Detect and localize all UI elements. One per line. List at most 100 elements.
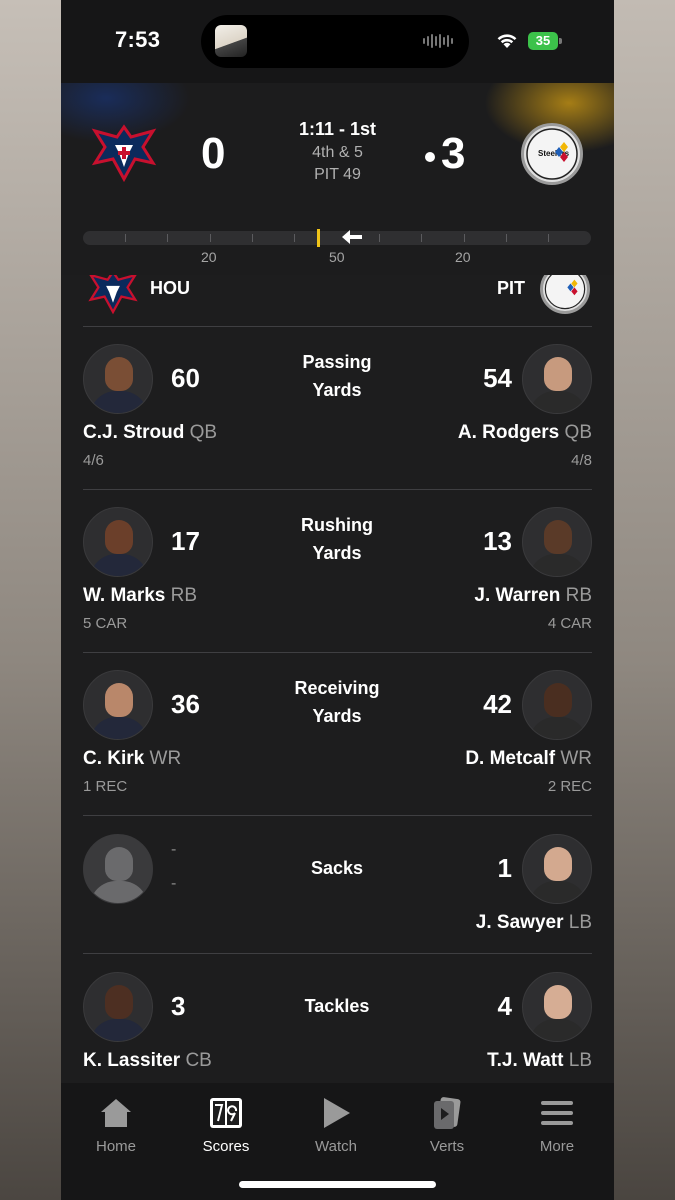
yard-label-midfield: 50	[329, 249, 345, 265]
player-jersey	[529, 881, 587, 903]
player-name-right[interactable]: T.J. Watt LB	[487, 1050, 592, 1072]
player-placeholder-avatar	[83, 834, 153, 904]
stat-label-line2: Yards	[312, 543, 362, 563]
stat-value-right: 4	[497, 991, 512, 1021]
stat-value-left: 60	[171, 363, 200, 393]
player-name-left[interactable]: C.J. Stroud QB	[83, 422, 217, 444]
player-avatar-right	[522, 834, 592, 904]
tab-more[interactable]: More	[502, 1091, 612, 1155]
tab-label: Home	[95, 1138, 136, 1155]
player-position: RB	[565, 585, 592, 606]
stat-label-line1: Passing	[302, 352, 372, 372]
player-name-right[interactable]: A. Rodgers QB	[458, 422, 592, 444]
tab-scores[interactable]: Scores	[171, 1091, 281, 1155]
field-tick	[125, 234, 126, 242]
stat-detail-right: 4/8	[571, 452, 592, 469]
player-position: LB	[568, 912, 592, 933]
player-avatar-right	[522, 507, 592, 577]
away-score: 0	[201, 129, 226, 178]
tab-label: More	[539, 1138, 575, 1155]
stat-value-left: -	[171, 841, 177, 858]
field-tick	[421, 234, 422, 242]
stat-value-right: 42	[483, 689, 512, 719]
pittsburgh-steelers-logo-icon[interactable]: Steelers	[521, 123, 583, 185]
player-avatar-left	[83, 670, 153, 740]
tab-verts[interactable]: Verts	[392, 1091, 502, 1155]
stat-value-right: 54	[483, 363, 512, 393]
stat-value-right: 1	[497, 853, 512, 883]
houston-texans-logo-icon[interactable]	[91, 123, 157, 183]
player-avatar-right	[522, 972, 592, 1042]
player-name-left[interactable]: W. Marks RB	[83, 585, 197, 607]
tab-label: Watch	[315, 1138, 357, 1155]
game-clock: 1:11 - 1st	[298, 119, 377, 139]
player-jersey	[529, 554, 587, 576]
divider	[83, 815, 592, 816]
stat-detail-left: 1 REC	[83, 778, 128, 795]
home-score: 3	[441, 129, 466, 178]
player-head	[105, 357, 133, 391]
ball-spot: PIT 49	[314, 166, 361, 183]
battery-indicator: 35	[528, 32, 558, 50]
home-indicator[interactable]	[239, 1181, 436, 1188]
stat-detail-right: 2 REC	[547, 778, 592, 795]
player-name-right[interactable]: J. Sawyer LB	[476, 912, 592, 934]
player-jersey	[529, 1019, 587, 1041]
stat-label-line1: Receiving	[294, 678, 380, 698]
field-tick	[548, 234, 549, 242]
houston-texans-logo-icon	[88, 275, 138, 315]
pittsburgh-steelers-logo-icon	[540, 275, 590, 314]
player-position: LB	[568, 1050, 592, 1071]
player-name-left[interactable]: K. Lassiter CB	[83, 1050, 212, 1072]
tab-home[interactable]: Home	[61, 1091, 171, 1155]
stat-label: Passing Yards	[267, 348, 407, 404]
stat-label: Sacks	[310, 858, 364, 878]
dynamic-island[interactable]	[201, 15, 469, 68]
game-leaders-list[interactable]: HOU PIT 60 Passing Yards 54 C.J. Stroud …	[61, 275, 614, 1083]
placeholder-head	[105, 847, 133, 881]
leaders-team-header: HOU PIT	[61, 275, 614, 315]
player-name-right[interactable]: D. Metcalf WR	[465, 748, 592, 770]
app-screen: 7:53 35 0 1:11 - 1st 4th & 5 PIT 49 3 St…	[61, 0, 614, 1200]
player-name-left[interactable]: C. Kirk WR	[83, 748, 181, 770]
divider	[83, 652, 592, 653]
player-head	[105, 683, 133, 717]
player-name-right[interactable]: J. Warren RB	[474, 585, 592, 607]
player-avatar-left	[83, 344, 153, 414]
field-position-tracker	[83, 229, 591, 247]
player-jersey	[90, 1019, 148, 1041]
divider	[83, 953, 592, 954]
player-position: QB	[564, 422, 592, 443]
field-tick	[464, 234, 465, 242]
yard-label-left: 20	[201, 249, 217, 265]
placeholder-body	[90, 881, 148, 903]
field-tick	[379, 234, 380, 242]
stat-detail-left: -	[171, 875, 177, 892]
audio-waveform-icon	[423, 33, 453, 49]
field-tick	[294, 234, 295, 242]
player-jersey	[529, 391, 587, 413]
stat-label-line2: Yards	[312, 380, 362, 400]
status-bar: 7:53 35	[61, 0, 614, 83]
stat-label: Rushing Yards	[267, 511, 407, 567]
stat-detail-left: 4/6	[83, 452, 104, 469]
field-tick	[210, 234, 211, 242]
player-head	[544, 847, 572, 881]
game-score-header[interactable]: 0 1:11 - 1st 4th & 5 PIT 49 3 Steelers 2…	[61, 83, 614, 275]
steelers-emblem-icon: Steelers	[526, 128, 578, 180]
stat-value-left: 36	[171, 689, 200, 719]
stat-label-line1: Rushing	[301, 515, 373, 535]
away-team-abbr: HOU	[150, 278, 190, 298]
player-head	[544, 357, 572, 391]
player-position: RB	[170, 585, 198, 606]
stat-label: Receiving Yards	[267, 674, 407, 730]
possession-indicator	[425, 152, 435, 162]
home-team-abbr: PIT	[497, 278, 526, 298]
tab-watch[interactable]: Watch	[281, 1091, 391, 1155]
field-tick	[506, 234, 507, 242]
stat-label: Tackles	[304, 996, 370, 1016]
verts-icon	[434, 1097, 461, 1129]
line-of-scrimmage-marker	[317, 229, 320, 247]
background-left	[0, 0, 62, 1200]
now-playing-thumbnail	[215, 25, 247, 57]
